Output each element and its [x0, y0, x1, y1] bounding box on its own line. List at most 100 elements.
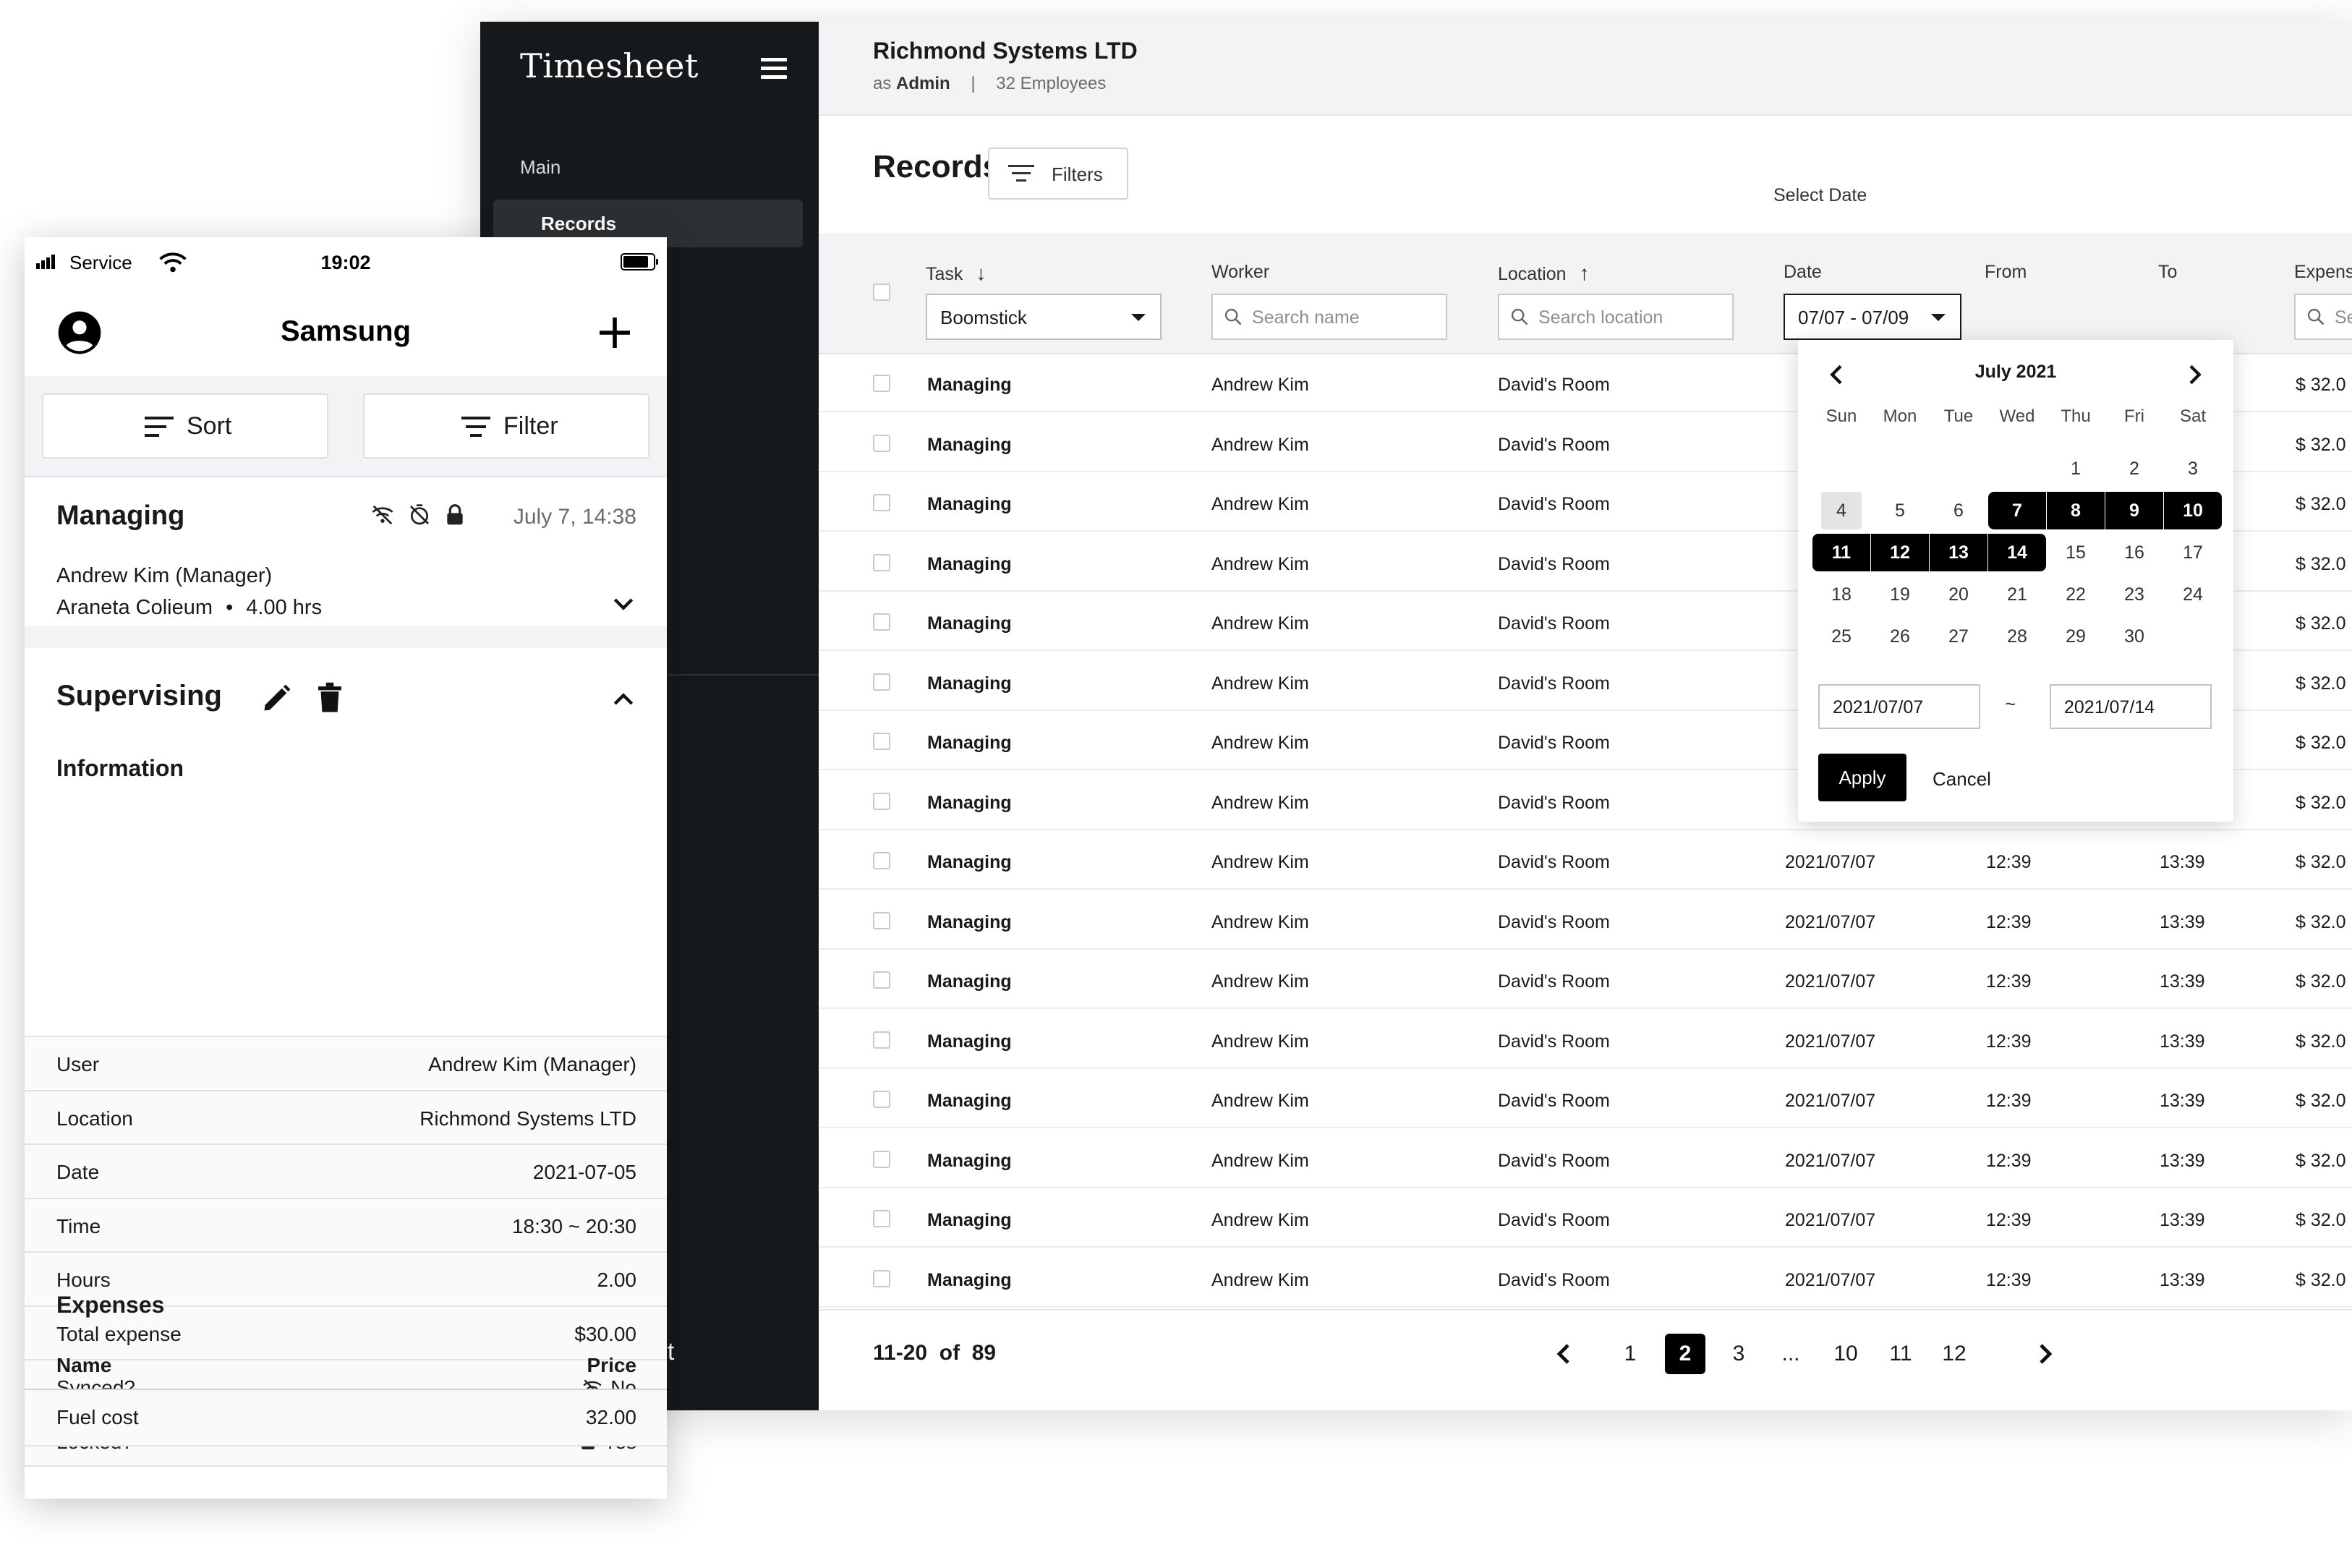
- chevron-right-icon[interactable]: [2180, 360, 2209, 389]
- table-row[interactable]: Managing Andrew Kim David's Room 2021/07/07…: [819, 1070, 2352, 1128]
- calendar-day[interactable]: 28: [1988, 618, 2046, 655]
- location-search-input[interactable]: [1537, 302, 1728, 333]
- calendar-day[interactable]: 6: [1930, 492, 1987, 529]
- edit-icon[interactable]: [260, 683, 292, 715]
- row-checkbox[interactable]: [873, 1091, 890, 1108]
- column-header-expense[interactable]: Expens: [2294, 262, 2352, 283]
- chevron-right-icon[interactable]: [2028, 1337, 2063, 1371]
- sort-button[interactable]: Sort: [42, 393, 328, 459]
- info-value: 2021-07-05: [533, 1161, 636, 1184]
- menu-icon[interactable]: [761, 58, 787, 80]
- info-value: 18:30 ~ 20:30: [512, 1215, 636, 1238]
- page-button[interactable]: 12: [1934, 1334, 1974, 1374]
- row-checkbox[interactable]: [873, 733, 890, 750]
- cell-date: 2021/07/07: [1785, 1210, 1876, 1230]
- calendar-day[interactable]: 1: [2047, 450, 2105, 487]
- calendar-day[interactable]: 23: [2105, 576, 2163, 613]
- select-all-checkbox[interactable]: [873, 284, 890, 301]
- page-button[interactable]: 10: [1825, 1334, 1866, 1374]
- table-row[interactable]: Managing Andrew Kim David's Room 2021/07/07…: [819, 892, 2352, 950]
- worker-search-input[interactable]: [1250, 302, 1441, 333]
- sort-button-label: Sort: [187, 412, 232, 440]
- start-date-field[interactable]: 2021/07/07: [1818, 684, 1980, 729]
- calendar-day[interactable]: 5: [1871, 492, 1929, 529]
- calendar-day[interactable]: 14: [1988, 534, 2046, 571]
- apply-button[interactable]: Apply: [1818, 754, 1906, 801]
- cell-location: David's Room: [1498, 1210, 1610, 1230]
- calendar-day[interactable]: 15: [2047, 534, 2105, 571]
- table-row[interactable]: Managing Andrew Kim David's Room 2021/07/07…: [819, 1011, 2352, 1069]
- row-checkbox[interactable]: [873, 613, 890, 631]
- cell-worker: Andrew Kim: [1211, 434, 1309, 455]
- calendar-day[interactable]: 25: [1812, 618, 1870, 655]
- calendar-day[interactable]: 17: [2164, 534, 2222, 571]
- chevron-left-icon[interactable]: [1546, 1337, 1581, 1371]
- row-checkbox[interactable]: [873, 1031, 890, 1049]
- row-checkbox[interactable]: [873, 911, 890, 929]
- calendar-day[interactable]: 12: [1871, 534, 1929, 571]
- filter-button[interactable]: Filter: [363, 393, 649, 459]
- row-checkbox[interactable]: [873, 792, 890, 810]
- end-date-field[interactable]: 2021/07/14: [2050, 684, 2212, 729]
- calendar-day[interactable]: 24: [2164, 576, 2222, 613]
- row-checkbox[interactable]: [873, 375, 890, 392]
- calendar-day[interactable]: 10: [2164, 492, 2222, 529]
- row-checkbox[interactable]: [873, 1269, 890, 1287]
- calendar-day[interactable]: 27: [1930, 618, 1987, 655]
- calendar-day[interactable]: 26: [1871, 618, 1929, 655]
- trash-icon[interactable]: [314, 681, 346, 715]
- calendar-day[interactable]: 13: [1930, 534, 1987, 571]
- expense-price: 32.00: [585, 1406, 636, 1428]
- chevron-down-icon[interactable]: [609, 589, 638, 618]
- calendar-day[interactable]: 7: [1988, 492, 2046, 529]
- task-filter-dropdown[interactable]: Boomstick: [926, 294, 1162, 340]
- expense-search-input[interactable]: [2333, 302, 2352, 333]
- cancel-button[interactable]: Cancel: [1933, 768, 1991, 791]
- table-row[interactable]: Managing Andrew Kim David's Room 2021/07/07…: [819, 1130, 2352, 1188]
- date-filter-dropdown[interactable]: 07/07 - 07/09: [1784, 294, 1961, 340]
- row-checkbox[interactable]: [873, 1150, 890, 1168]
- calendar-day[interactable]: 30: [2105, 618, 2163, 655]
- calendar-day[interactable]: 18: [1812, 576, 1870, 613]
- page-button[interactable]: 2: [1665, 1334, 1705, 1374]
- record-card-collapsed[interactable]: Managing July 7, 14:38 Andrew Kim (Manag…: [25, 476, 667, 628]
- chevron-up-icon[interactable]: [609, 686, 638, 715]
- calendar-day[interactable]: 29: [2047, 618, 2105, 655]
- calendar-day[interactable]: 19: [1871, 576, 1929, 613]
- calendar-day[interactable]: 9: [2105, 492, 2163, 529]
- column-header-to[interactable]: To: [2158, 262, 2177, 283]
- column-header-date[interactable]: Date: [1784, 262, 1822, 283]
- page-button[interactable]: 1: [1610, 1334, 1650, 1374]
- row-checkbox[interactable]: [873, 494, 890, 511]
- sort-icon: [145, 417, 174, 443]
- calendar-day[interactable]: 11: [1812, 534, 1870, 571]
- column-header-worker[interactable]: Worker: [1211, 262, 1269, 283]
- calendar-day[interactable]: 22: [2047, 576, 2105, 613]
- column-header-location[interactable]: Location ↑: [1498, 262, 1590, 285]
- calendar-day[interactable]: 21: [1988, 576, 2046, 613]
- page-button[interactable]: 11: [1880, 1334, 1921, 1374]
- row-checkbox[interactable]: [873, 971, 890, 989]
- calendar-day[interactable]: 8: [2047, 492, 2105, 529]
- plus-icon[interactable]: [595, 312, 635, 353]
- row-checkbox[interactable]: [873, 1210, 890, 1227]
- calendar-day[interactable]: 2: [2105, 450, 2163, 487]
- column-header-task[interactable]: Task ↓: [926, 262, 986, 285]
- page-button[interactable]: 3: [1718, 1334, 1759, 1374]
- table-row[interactable]: Managing Andrew Kim David's Room 2021/07/07…: [819, 1250, 2352, 1308]
- calendar-day[interactable]: 4: [1821, 492, 1862, 529]
- filters-button[interactable]: Filters: [988, 148, 1128, 200]
- table-row[interactable]: Managing Andrew Kim David's Room 2021/07/07…: [819, 951, 2352, 1009]
- calendar-day[interactable]: 3: [2164, 450, 2222, 487]
- row-checkbox[interactable]: [873, 852, 890, 869]
- cell-task: Managing: [927, 911, 1012, 932]
- column-header-from[interactable]: From: [1985, 262, 2027, 283]
- row-checkbox[interactable]: [873, 553, 890, 571]
- table-row[interactable]: Managing Andrew Kim David's Room 2021/07/07…: [819, 1190, 2352, 1248]
- calendar-day[interactable]: 20: [1930, 576, 1987, 613]
- cell-date: 2021/07/07: [1785, 1150, 1876, 1171]
- row-checkbox[interactable]: [873, 434, 890, 452]
- table-row[interactable]: Managing Andrew Kim David's Room 2021/07/07…: [819, 832, 2352, 890]
- row-checkbox[interactable]: [873, 673, 890, 691]
- calendar-day[interactable]: 16: [2105, 534, 2163, 571]
